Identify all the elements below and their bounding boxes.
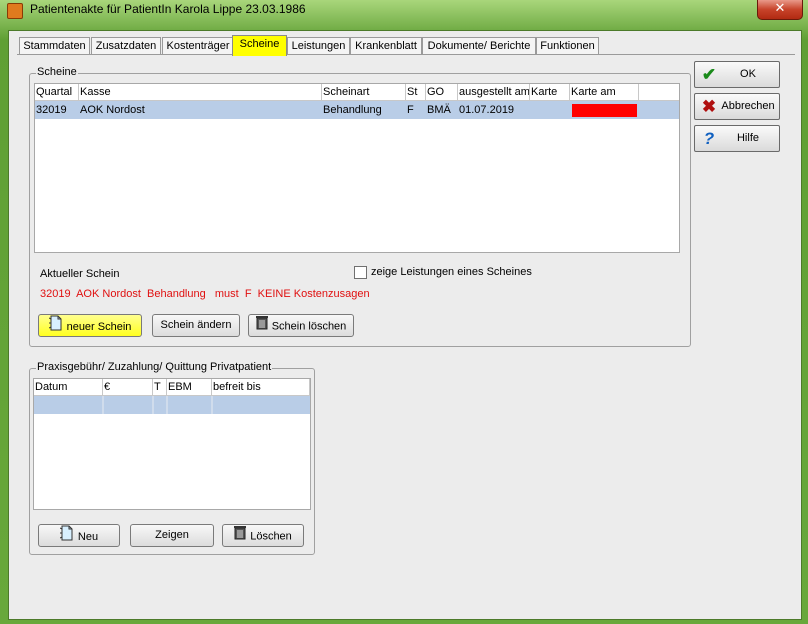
col-header-scheinart[interactable]: Scheinart	[322, 84, 406, 100]
scheine-group: Scheine Quartal Kasse Scheinart St GO au…	[29, 66, 691, 347]
delete-schein-label: Schein löschen	[271, 320, 347, 333]
cell-kasse: AOK Nordost	[80, 104, 145, 116]
tab-scheine[interactable]: Scheine	[232, 35, 287, 56]
table-row[interactable]: 32019 AOK Nordost Behandlung F BMÄ 01.07…	[35, 101, 679, 119]
col-header-datum[interactable]: Datum	[34, 379, 103, 395]
praxisgebuehr-table[interactable]: Datum € T EBM befreit bis	[33, 378, 311, 510]
tab-stammdaten[interactable]: Stammdaten	[19, 37, 90, 54]
show-services-checkbox[interactable]	[354, 266, 367, 279]
tab-dokumente-berichte[interactable]: Dokumente/ Berichte	[422, 37, 536, 54]
scheine-table-header: Quartal Kasse Scheinart St GO ausgestell…	[35, 84, 679, 101]
cell-quartal: 32019	[36, 104, 67, 116]
col-header-ebm[interactable]: EBM	[167, 379, 212, 395]
tab-zusatzdaten[interactable]: Zusatzdaten	[91, 37, 161, 54]
delete-payment-button[interactable]: Löschen	[222, 524, 304, 547]
tab-krankenblatt[interactable]: Krankenblatt	[350, 37, 422, 54]
cell-go: BMÄ	[427, 104, 451, 116]
tab-kostentraeger[interactable]: Kostenträger	[162, 37, 234, 54]
cell-st: F	[407, 104, 414, 116]
new-schein-button[interactable]: neuer Schein	[38, 314, 142, 337]
new-schein-label: neuer Schein	[66, 320, 132, 333]
help-button[interactable]: ? Hilfe	[694, 125, 780, 152]
window-title: Patientenakte für PatientIn Karola Lippe…	[30, 2, 306, 16]
col-header-go[interactable]: GO	[426, 84, 458, 100]
tab-leistungen[interactable]: Leistungen	[287, 37, 350, 54]
cell-ausgestellt: 01.07.2019	[459, 104, 515, 116]
row-divider	[102, 396, 104, 414]
show-services-label: zeige Leistungen eines Scheines	[371, 266, 532, 278]
aktueller-schein-text: 32019 AOK Nordost Behandlung must F KEIN…	[40, 288, 370, 300]
tab-panel-scheine: Scheine Quartal Kasse Scheinart St GO au…	[17, 54, 795, 617]
new-document-icon	[59, 525, 74, 549]
cancel-label: Abbrechen	[721, 100, 775, 112]
app-icon	[7, 3, 23, 19]
show-payment-button[interactable]: Zeigen	[130, 524, 214, 547]
row-divider	[166, 396, 168, 414]
cell-scheinart: Behandlung	[323, 104, 382, 116]
praxisgebuehr-group-label: Praxisgebühr/ Zuzahlung/ Quittung Privat…	[36, 361, 273, 373]
scheine-group-label: Scheine	[36, 66, 78, 78]
help-question-icon: ?	[703, 129, 715, 148]
help-label: Hilfe	[736, 132, 759, 144]
col-header-karte[interactable]: Karte	[530, 84, 570, 100]
delete-schein-button[interactable]: Schein löschen	[248, 314, 354, 337]
close-button[interactable]: ✕	[757, 0, 803, 20]
scheine-table[interactable]: Quartal Kasse Scheinart St GO ausgestell…	[34, 83, 680, 253]
col-header-karte-am[interactable]: Karte am	[570, 84, 639, 100]
delete-payment-label: Löschen	[250, 530, 292, 543]
window-client-area: Stammdaten Zusatzdaten Kostenträger Sche…	[8, 30, 802, 620]
tab-funktionen[interactable]: Funktionen	[536, 37, 599, 54]
new-payment-button[interactable]: Neu	[38, 524, 120, 547]
cancel-button[interactable]: ✖ Abbrechen	[694, 93, 780, 120]
checkmark-icon: ✔	[701, 65, 717, 84]
cross-icon: ✖	[701, 97, 717, 116]
cell-karte	[530, 101, 571, 119]
col-header-st[interactable]: St	[406, 84, 426, 100]
row-divider	[152, 396, 154, 414]
col-header-euro[interactable]: €	[103, 379, 153, 395]
col-header-t[interactable]: T	[153, 379, 167, 395]
new-document-icon	[48, 315, 63, 339]
title-bar[interactable]: Patientenakte für PatientIn Karola Lippe…	[0, 0, 808, 22]
row-divider	[211, 396, 213, 414]
new-payment-label: Neu	[77, 530, 99, 543]
ok-button[interactable]: ✔ OK	[694, 61, 780, 88]
col-header-befreit-bis[interactable]: befreit bis	[212, 379, 310, 395]
aktueller-schein-label: Aktueller Schein	[40, 268, 120, 280]
trash-icon	[255, 315, 268, 338]
col-header-ausgestellt[interactable]: ausgestellt am	[458, 84, 530, 100]
cell-karte-am-status	[572, 104, 637, 117]
patient-record-window: Patientenakte für PatientIn Karola Lippe…	[0, 0, 808, 624]
praxisgebuehr-group: Praxisgebühr/ Zuzahlung/ Quittung Privat…	[29, 361, 315, 555]
trash-icon	[234, 525, 247, 548]
col-header-quartal[interactable]: Quartal	[35, 84, 79, 100]
edit-schein-button[interactable]: Schein ändern	[152, 314, 240, 337]
praxisgebuehr-table-header: Datum € T EBM befreit bis	[34, 379, 310, 396]
table-row[interactable]	[34, 396, 310, 414]
col-header-kasse[interactable]: Kasse	[79, 84, 322, 100]
ok-label: OK	[740, 68, 756, 80]
